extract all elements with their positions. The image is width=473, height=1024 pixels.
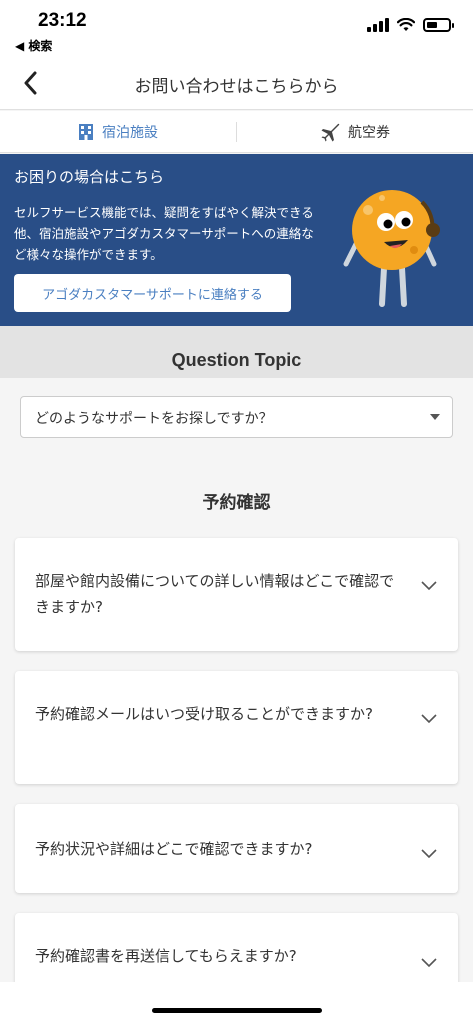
hotel-icon: [79, 123, 93, 140]
airplane-icon: [321, 123, 340, 141]
section-heading: 予約確認: [202, 493, 271, 513]
banner-title: お困りの場合はこちら: [14, 168, 165, 186]
mascot-illustration: [343, 190, 440, 307]
support-topic-select-value: どのようなサポートをお探しですか？: [35, 411, 273, 427]
status-time: 23:12: [38, 10, 87, 31]
faq-question: 予約確認書を再送信してもらえますか?: [35, 947, 297, 965]
support-topic-select[interactable]: どのようなサポートをお探しですか？: [20, 396, 453, 438]
faq-item[interactable]: 予約確認メールはいつ受け取ることができますか?: [15, 671, 458, 784]
faq-question: 予約状況や詳細はどこで確認できますか?: [35, 840, 313, 858]
product-tabs: 宿泊施設 航空券: [0, 111, 473, 153]
banner-description: セルフサービス機能では、疑問をすばやく解決できる他、宿泊施設やアゴダカスタマーサ…: [14, 205, 314, 262]
contact-support-button[interactable]: アゴダカスタマーサポートに連絡する: [14, 274, 291, 312]
caret-down-icon: [430, 414, 440, 420]
faq-question: 予約確認メールはいつ受け取ることができますか?: [35, 705, 373, 723]
faq-item[interactable]: 部屋や館内設備についての詳しい情報はどこで確認できますか?: [15, 538, 458, 651]
signal-icon: [367, 18, 389, 32]
chevron-down-icon: [421, 714, 437, 724]
status-icons: [367, 18, 454, 32]
faq-question: 部屋や館内設備についての詳しい情報はどこで確認できますか?: [35, 572, 395, 616]
page-title: お問い合わせはこちらから: [134, 77, 339, 97]
chevron-down-icon: [421, 849, 437, 859]
battery-icon: [423, 18, 454, 32]
page-header: お問い合わせはこちらから: [0, 56, 473, 110]
wifi-icon: [397, 18, 415, 31]
chevron-down-icon: [421, 958, 437, 968]
faq-item[interactable]: 予約状況や詳細はどこで確認できますか?: [15, 804, 458, 893]
tab-hotel-label: 宿泊施設: [102, 124, 158, 141]
chevron-down-icon: [421, 581, 437, 591]
tab-flight-label: 航空券: [348, 124, 390, 141]
status-bar: 23:12 ◀ 検索: [0, 0, 473, 56]
tab-flight[interactable]: 航空券: [237, 111, 473, 152]
question-topic-title: Question Topic: [171, 350, 302, 370]
home-indicator[interactable]: [152, 1008, 322, 1013]
back-to-app-link[interactable]: ◀ 検索: [15, 37, 52, 54]
home-indicator-area: [0, 982, 473, 1024]
question-topic-section: Question Topic: [0, 326, 473, 378]
tab-hotel[interactable]: 宿泊施設: [0, 111, 236, 152]
